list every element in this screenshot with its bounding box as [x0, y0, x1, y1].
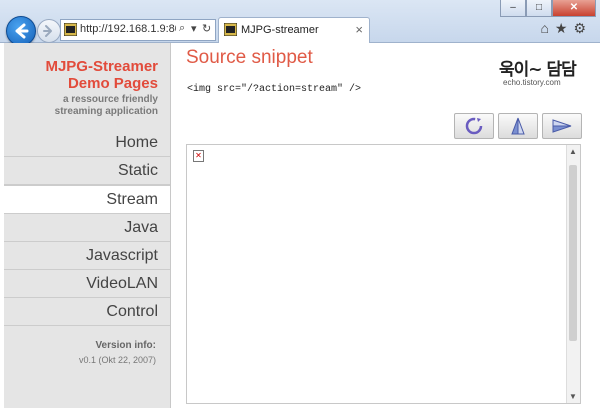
flip-vertical-button[interactable] — [498, 113, 538, 139]
tab-title: MJPG-streamer — [241, 24, 319, 36]
chevron-down-icon[interactable]: ▾ — [191, 22, 197, 35]
nav-item-static[interactable]: Static — [4, 157, 170, 185]
toolbar-buttons — [454, 113, 582, 139]
minimize-button[interactable]: – — [500, 0, 526, 17]
arrow-left-icon — [15, 23, 29, 39]
url-text[interactable]: http://192.168.1.9:8085 — [80, 23, 176, 35]
search-icon[interactable]: ⌕ — [179, 22, 185, 35]
nav-item-videolan[interactable]: VideoLAN — [4, 270, 170, 298]
rotate-button[interactable] — [454, 113, 494, 139]
brand-subtitle: a ressource friendly streaming applicati… — [54, 94, 158, 117]
logo-text: 욱이~ 담담 — [499, 60, 577, 80]
sidebar: MJPG-Streamer Demo Pages a ressource fri… — [4, 43, 171, 408]
version-value: v0.1 (Okt 22, 2007) — [78, 355, 156, 365]
web-page: MJPG-Streamer Demo Pages a ressource fri… — [4, 43, 596, 408]
refresh-icon[interactable]: ↻ — [202, 22, 211, 35]
nav-item-control[interactable]: Control — [4, 298, 170, 326]
site-logo: 욱이~ 담담 echo.tistory.com — [499, 55, 581, 91]
browser-tools-icons[interactable]: ⌂★⚙ — [540, 20, 592, 37]
close-window-button[interactable]: ✕ — [552, 0, 596, 17]
maximize-button[interactable]: □ — [526, 0, 552, 17]
browser-chrome: http://192.168.1.9:8085 ⌕ ▾ ↻ MJPG-strea… — [0, 0, 600, 46]
back-button[interactable] — [6, 16, 36, 46]
scroll-down-icon[interactable]: ▼ — [569, 392, 577, 401]
scrollbar[interactable]: ▲ ▼ — [566, 145, 580, 403]
version-info: Version info: v0.1 (Okt 22, 2007) — [79, 340, 156, 365]
address-bar[interactable]: http://192.168.1.9:8085 ⌕ ▾ ↻ — [60, 19, 216, 41]
forward-button[interactable] — [37, 19, 61, 43]
brand-title: MJPG-Streamer Demo Pages — [45, 58, 158, 92]
nav-item-javascript[interactable]: Javascript — [4, 242, 170, 270]
site-favicon-icon — [64, 23, 77, 36]
version-label: Version info: — [95, 340, 156, 351]
window-controls: – □ ✕ — [500, 0, 596, 17]
scroll-up-icon[interactable]: ▲ — [569, 147, 577, 156]
flip-horizontal-button[interactable] — [542, 113, 582, 139]
tab-mjpg-streamer[interactable]: MJPG-streamer × — [218, 17, 370, 43]
nav-item-java[interactable]: Java — [4, 214, 170, 242]
rotate-icon — [465, 117, 483, 135]
scroll-thumb[interactable] — [569, 165, 577, 341]
page-title: Source snippet — [186, 47, 313, 68]
arrow-right-icon — [43, 25, 52, 37]
tab-favicon-icon — [224, 23, 237, 36]
flip-vertical-icon — [511, 117, 525, 135]
nav-menu: Home Static Stream Java Javascript Video… — [4, 129, 170, 326]
flip-horizontal-icon — [552, 119, 572, 133]
broken-image-icon: ✕ — [193, 150, 204, 162]
nav-item-stream[interactable]: Stream — [4, 185, 170, 214]
stream-viewer: ✕ ▲ ▼ — [186, 144, 581, 404]
main-content: Source snippet <img src="/?action=stream… — [171, 43, 596, 408]
nav-item-home[interactable]: Home — [4, 129, 170, 157]
source-snippet: <img src="/?action=stream" /> — [187, 84, 362, 95]
close-tab-icon[interactable]: × — [355, 22, 363, 37]
